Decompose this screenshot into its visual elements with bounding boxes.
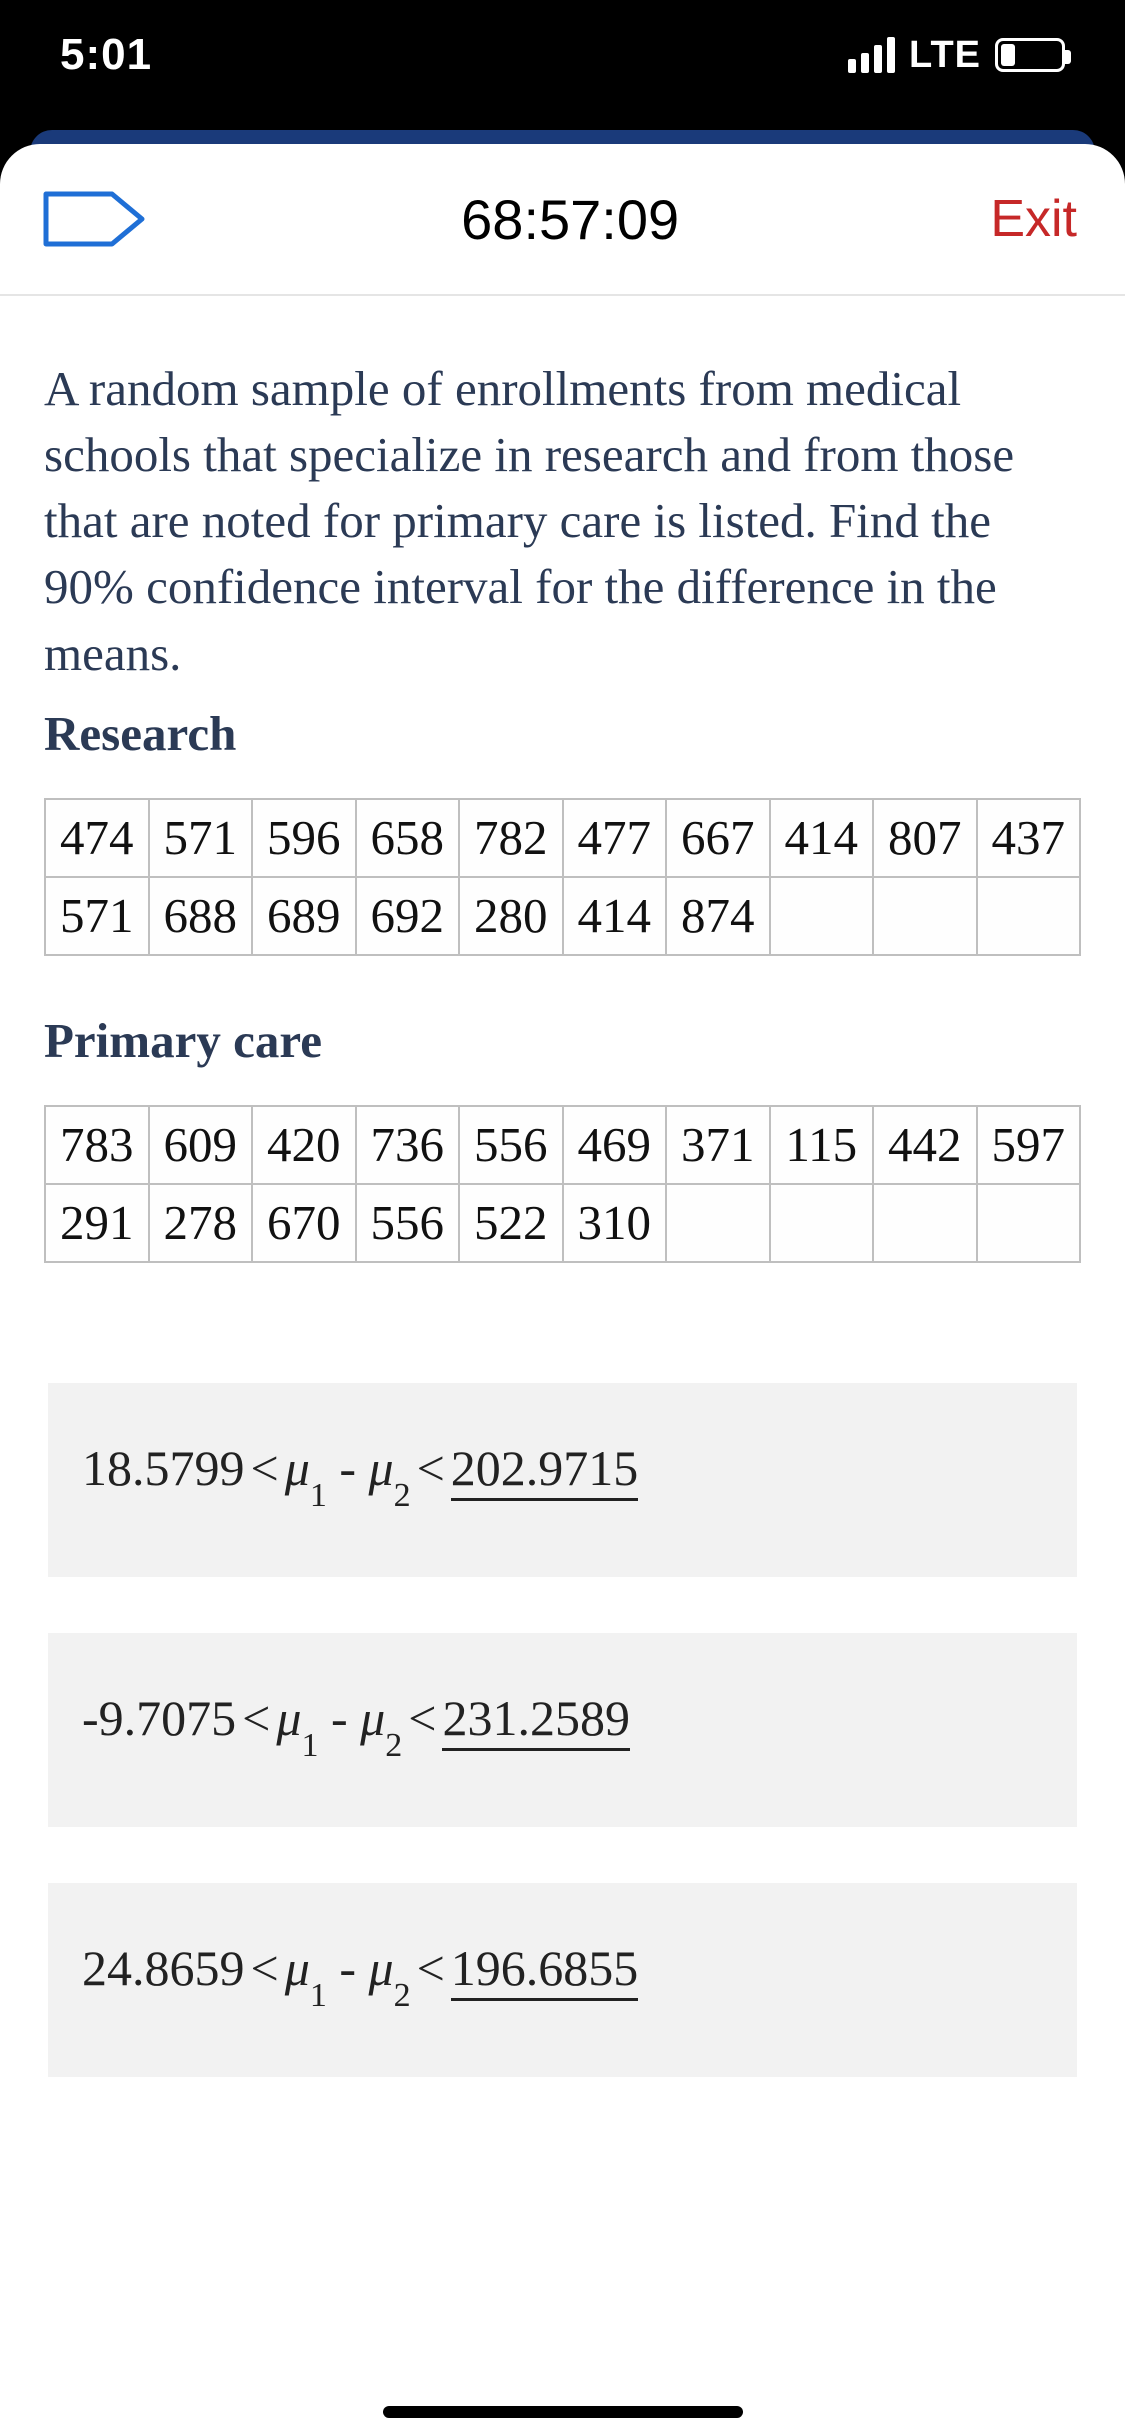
home-indicator[interactable] <box>383 2406 743 2418</box>
cell: 115 <box>770 1106 874 1184</box>
cell: 658 <box>356 799 460 877</box>
cell: 597 <box>977 1106 1081 1184</box>
answer-list: 18.5799<μ1 - μ2<202.9715 -9.7075<μ1 - μ2… <box>44 1383 1081 2077</box>
battery-icon <box>995 38 1065 72</box>
cell: 437 <box>977 799 1081 877</box>
cell: 414 <box>770 799 874 877</box>
cell: 688 <box>149 877 253 955</box>
answer-option-2[interactable]: -9.7075<μ1 - μ2<231.2589 <box>48 1633 1077 1827</box>
answer-lower: 18.5799 <box>82 1440 245 1496</box>
cell: 783 <box>45 1106 149 1184</box>
cell: 442 <box>873 1106 977 1184</box>
cell: 310 <box>563 1184 667 1262</box>
toolbar: 68:57:09 Exit <box>0 144 1125 296</box>
answer-upper: 231.2589 <box>442 1690 630 1751</box>
exit-button[interactable]: Exit <box>990 189 1077 249</box>
network-label: LTE <box>909 34 981 77</box>
cell: 469 <box>563 1106 667 1184</box>
research-table: 474 571 596 658 782 477 667 414 807 437 … <box>44 798 1081 956</box>
answer-lower: 24.8659 <box>82 1940 245 1996</box>
cell: 474 <box>45 799 149 877</box>
signal-icon <box>848 37 895 73</box>
cell: 556 <box>356 1184 460 1262</box>
answer-option-3[interactable]: 24.8659<μ1 - μ2<196.6855 <box>48 1883 1077 2077</box>
cell: 874 <box>666 877 770 955</box>
cell: 522 <box>459 1184 563 1262</box>
research-heading: Research <box>44 705 1081 762</box>
cell <box>977 877 1081 955</box>
cell: 571 <box>149 799 253 877</box>
cell: 477 <box>563 799 667 877</box>
cell <box>666 1184 770 1262</box>
timer: 68:57:09 <box>150 187 990 252</box>
table-row: 571 688 689 692 280 414 874 <box>45 877 1080 955</box>
tag-icon <box>40 184 150 254</box>
primary-care-table: 783 609 420 736 556 469 371 115 442 597 … <box>44 1105 1081 1263</box>
status-time: 5:01 <box>60 30 152 80</box>
cell: 736 <box>356 1106 460 1184</box>
cell: 280 <box>459 877 563 955</box>
cell: 670 <box>252 1184 356 1262</box>
cell: 291 <box>45 1184 149 1262</box>
cell: 782 <box>459 799 563 877</box>
cell: 556 <box>459 1106 563 1184</box>
table-row: 291 278 670 556 522 310 <box>45 1184 1080 1262</box>
cell: 689 <box>252 877 356 955</box>
primary-care-heading: Primary care <box>44 1012 1081 1069</box>
cell: 667 <box>666 799 770 877</box>
cell: 414 <box>563 877 667 955</box>
cell: 420 <box>252 1106 356 1184</box>
answer-upper: 202.9715 <box>451 1440 639 1501</box>
cell: 371 <box>666 1106 770 1184</box>
cell: 807 <box>873 799 977 877</box>
cell: 278 <box>149 1184 253 1262</box>
answer-lower: -9.7075 <box>82 1690 236 1746</box>
cell <box>770 1184 874 1262</box>
cell <box>873 1184 977 1262</box>
status-right: LTE <box>848 34 1065 77</box>
cell <box>770 877 874 955</box>
answer-upper: 196.6855 <box>451 1940 639 2001</box>
table-row: 474 571 596 658 782 477 667 414 807 437 <box>45 799 1080 877</box>
answer-option-1[interactable]: 18.5799<μ1 - μ2<202.9715 <box>48 1383 1077 1577</box>
table-row: 783 609 420 736 556 469 371 115 442 597 <box>45 1106 1080 1184</box>
cell <box>977 1184 1081 1262</box>
question-prompt: A random sample of enrollments from medi… <box>44 356 1081 687</box>
cell: 692 <box>356 877 460 955</box>
question-content: A random sample of enrollments from medi… <box>0 296 1125 2077</box>
status-bar: 5:01 LTE <box>0 0 1125 130</box>
cell: 596 <box>252 799 356 877</box>
cell: 609 <box>149 1106 253 1184</box>
cell <box>873 877 977 955</box>
cell: 571 <box>45 877 149 955</box>
